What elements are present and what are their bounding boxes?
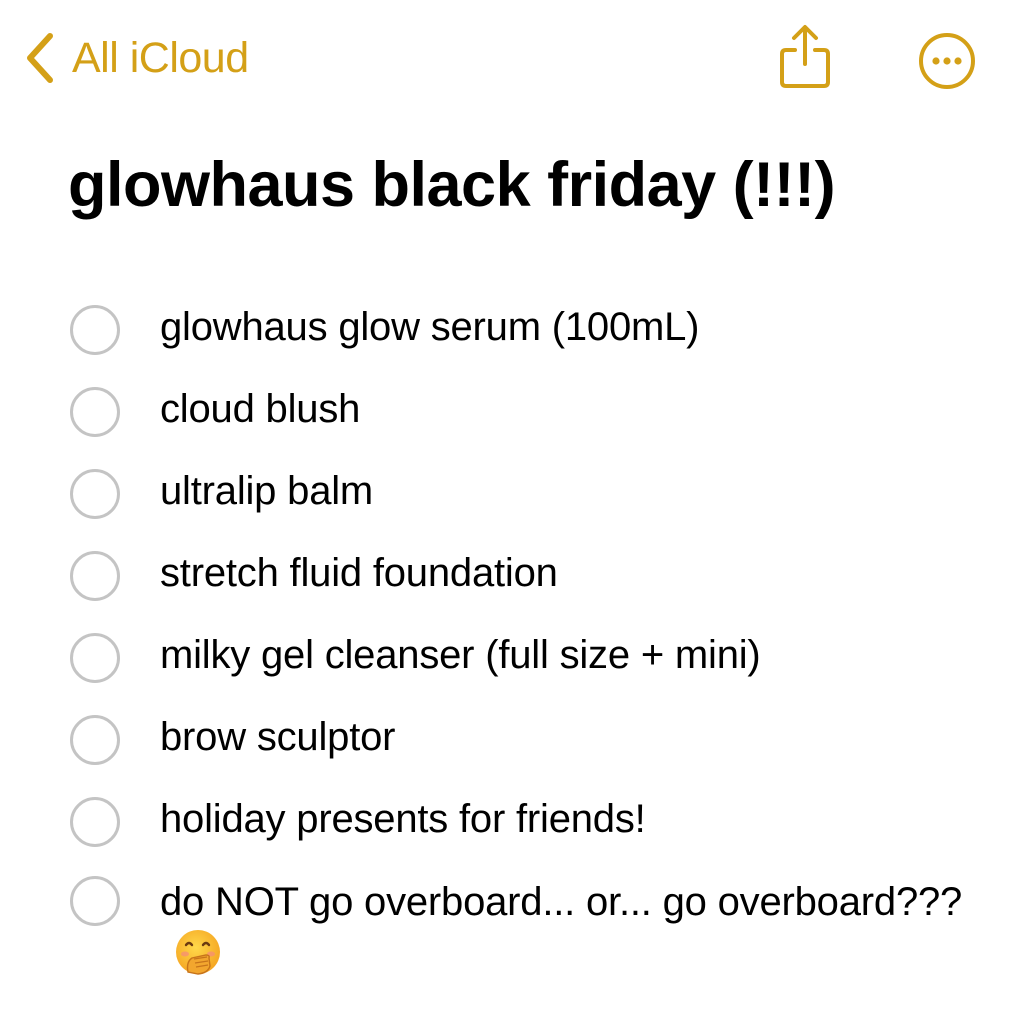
back-button[interactable]: All iCloud xyxy=(22,30,249,86)
back-button-label: All iCloud xyxy=(72,33,249,82)
ellipsis-circle-icon[interactable] xyxy=(917,31,977,91)
checkbox-circle[interactable] xyxy=(70,387,120,437)
checklist-item-text-wrapper[interactable]: do NOT go overboard... or... go overboar… xyxy=(160,876,980,981)
checkbox-circle[interactable] xyxy=(70,715,120,765)
note-title[interactable]: glowhaus black friday (!!!) xyxy=(68,150,1008,220)
checkbox-circle[interactable] xyxy=(70,551,120,601)
checklist-item-text[interactable]: brow sculptor xyxy=(160,711,980,763)
navigation-bar: All iCloud xyxy=(0,0,1024,120)
chevron-left-icon xyxy=(27,33,53,83)
share-icon[interactable] xyxy=(776,24,834,90)
checklist-item-text[interactable]: glowhaus glow serum (100mL) xyxy=(160,301,980,353)
checkbox-circle[interactable] xyxy=(70,633,120,683)
checklist-item-text[interactable]: cloud blush xyxy=(160,383,980,435)
checklist-item-text: do NOT go overboard... or... go overboar… xyxy=(160,880,963,924)
checklist-item-text[interactable]: ultralip balm xyxy=(160,465,980,517)
checklist-item-text[interactable]: milky gel cleanser (full size + mini) xyxy=(160,629,980,681)
checkbox-circle[interactable] xyxy=(70,797,120,847)
checklist-item-text[interactable]: stretch fluid foundation xyxy=(160,547,980,599)
checklist-item-text[interactable]: holiday presents for friends! xyxy=(160,793,980,845)
checkbox-circle[interactable] xyxy=(70,876,120,926)
face-with-hand-over-mouth-icon xyxy=(176,930,220,975)
checkbox-circle[interactable] xyxy=(70,469,120,519)
checkbox-circle[interactable] xyxy=(70,305,120,355)
